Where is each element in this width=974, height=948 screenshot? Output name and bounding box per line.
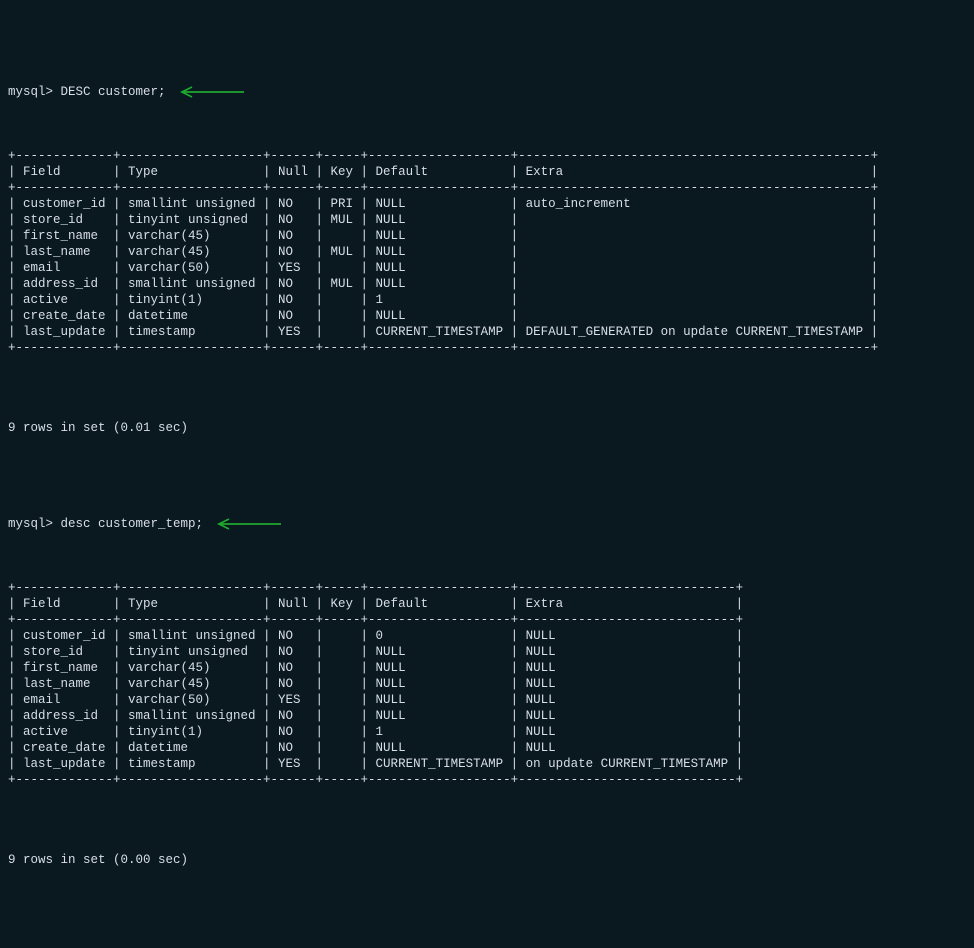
arrow-icon (213, 516, 283, 532)
empty-line (8, 388, 966, 404)
prompt-text-2: mysql> desc customer_temp; (8, 516, 203, 532)
prompt-text-1: mysql> DESC customer; (8, 84, 166, 100)
command-line-2: mysql> desc customer_temp; (8, 516, 966, 532)
status-line-1: 9 rows in set (0.01 sec) (8, 420, 966, 436)
desc-table-customer: +-------------+-------------------+-----… (8, 148, 966, 356)
empty-line (8, 452, 966, 468)
empty-line (8, 820, 966, 836)
desc-table-customer-temp: +-------------+-------------------+-----… (8, 580, 966, 788)
arrow-icon (176, 84, 246, 100)
command-line-1: mysql> DESC customer; (8, 84, 966, 100)
status-line-2: 9 rows in set (0.00 sec) (8, 852, 966, 868)
